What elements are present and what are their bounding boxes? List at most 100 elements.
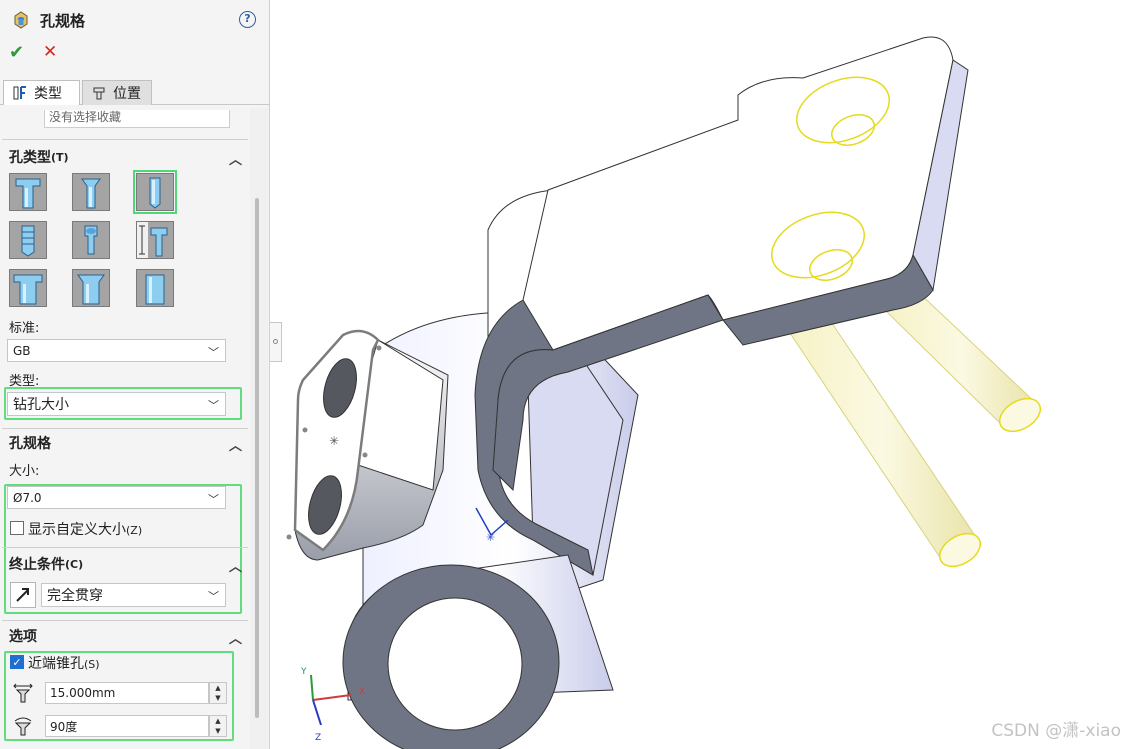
end-condition-header: 终止条件 [9,557,65,573]
countersink-diameter-icon [13,683,33,703]
countersink-angle-spinner[interactable]: ▲ ▼ [209,715,227,737]
near-side-countersink-label: 近端锥孔(S) [28,653,100,673]
hole-wizard-icon [14,11,28,29]
near-side-countersink-text: 近端锥孔 [28,656,84,672]
end-condition-select[interactable]: 完全贯穿 ﹀ [41,583,226,607]
sketch-point[interactable] [286,534,292,540]
sketch-point[interactable] [302,427,308,433]
hole-type-counterbore-slot[interactable] [9,269,47,307]
collapse-icon[interactable]: ︿ [229,149,242,168]
hole-type-counterbore[interactable] [9,173,47,211]
standard-label: 标准: [9,321,40,336]
countersink-diameter-value: 15.000mm [50,686,116,700]
chevron-down-icon: ﹀ [208,346,219,359]
countersink-angle-input[interactable]: 90度 [45,715,209,737]
hole-type-legacy[interactable] [136,221,174,259]
spin-up-icon[interactable]: ▲ [210,716,226,726]
end-condition-value: 完全贯穿 [47,588,103,604]
triad-x-label: X [359,687,365,697]
triad-z-label: Z [315,733,321,743]
triad-y-label: Y [300,667,307,677]
near-side-countersink-checkbox[interactable]: ✓ [10,655,24,669]
position-tab-icon [93,87,105,100]
custom-size-key: (Z) [126,524,143,537]
hole-type-countersink-slot[interactable] [72,269,110,307]
size-select[interactable]: Ø7.0 ﹀ [7,486,226,509]
panel-splitter-handle[interactable] [270,322,282,362]
countersink-diameter-input[interactable]: 15.000mm [45,682,209,704]
simple-hole-icon [137,174,173,210]
hole-type-header: 孔类型 [9,150,51,166]
counterbore-icon [10,174,46,210]
countersink-diameter-spinner[interactable]: ▲ ▼ [209,682,227,704]
solidworks-window: { "panel": { "title": "孔规格", "help": "?"… [0,0,1127,749]
watermark: CSDN @潇-xiao [991,721,1121,741]
spin-down-icon[interactable]: ▼ [210,693,226,703]
reverse-direction-icon [16,588,29,602]
chevron-down-icon: ﹀ [208,399,219,412]
hole-type-section-header[interactable]: 孔类型 (T) ︿ [0,146,250,168]
divider [2,139,248,140]
hole-spec-section-header[interactable]: 孔规格 ︿ [0,432,250,454]
type-select[interactable]: 钻孔大小 ﹀ [7,392,226,416]
ok-button[interactable]: ✔ [9,42,24,63]
countersink-slot-icon [73,270,109,306]
legacy-hole-icon [137,222,173,258]
countersink-icon [73,174,109,210]
hole-type-countersink[interactable] [72,173,110,211]
standard-select[interactable]: GB ﹀ [7,339,226,362]
splitter-grip-icon [273,339,278,344]
help-button[interactable]: ? [239,11,256,28]
divider [2,620,248,621]
tab-position[interactable]: 位置 [82,80,152,105]
size-label: 大小: [9,464,40,479]
panel-scrollbar[interactable] [250,108,268,749]
sketch-point[interactable] [362,452,368,458]
hole-type-key: (T) [51,150,69,164]
collapse-icon[interactable]: ︿ [229,435,242,454]
spin-down-icon[interactable]: ▼ [210,726,226,736]
end-condition-key: (C) [65,557,84,571]
counterbore-slot-icon [10,270,46,306]
hole-type-straight-tap[interactable] [9,221,47,259]
countersink-angle-icon [14,717,32,736]
end-condition-section-header[interactable]: 终止条件 (C) ︿ [0,553,250,575]
part-model[interactable]: ✳ ✳ Y X Z [283,0,1127,749]
hole-type-slot[interactable] [136,269,174,307]
chevron-down-icon: ﹀ [208,590,219,603]
property-manager-panel: 孔规格 ? ✔ ✕ 类型 位置 没有选择收藏 孔类型 (T) ︿ 标准: GB … [0,0,270,749]
scrollbar-thumb[interactable] [255,198,259,718]
reverse-direction-button[interactable] [10,582,36,608]
divider [2,428,248,429]
sketch-point[interactable] [376,345,382,351]
standard-value: GB [13,343,31,358]
collapse-icon[interactable]: ︿ [229,556,242,575]
near-side-countersink-key: (S) [84,658,100,671]
custom-size-text: 显示自定义大小 [28,522,126,538]
type-value: 钻孔大小 [13,397,69,413]
favorite-field[interactable]: 没有选择收藏 [44,110,230,128]
local-origin-mark: ✳ [486,531,495,544]
graphics-area[interactable]: ✳ ✳ Y X Z CSDN @潇-xiao [283,0,1127,749]
cancel-button[interactable]: ✕ [43,42,57,62]
hole-type-hole[interactable] [133,170,177,214]
countersink-angle-value: 90度 [50,719,78,734]
collapse-icon[interactable]: ︿ [229,628,242,647]
size-value: Ø7.0 [13,490,42,505]
hole-type-tapered-tap[interactable] [72,221,110,259]
custom-size-label: 显示自定义大小(Z) [28,519,142,539]
hole-type-tab-icon [13,86,26,100]
options-header: 选项 [9,629,37,645]
options-section-header[interactable]: 选项 ︿ [0,625,250,647]
spin-up-icon[interactable]: ▲ [210,683,226,693]
panel-header: 孔规格 [10,8,85,32]
panel-title: 孔规格 [40,11,86,30]
divider [2,547,248,548]
straight-tap-icon [10,222,46,258]
panel-tabs: 类型 位置 [0,78,269,105]
slot-icon [137,270,173,306]
custom-size-checkbox[interactable] [10,521,24,535]
tab-type-label: 类型 [34,86,62,102]
tab-type[interactable]: 类型 [3,80,80,105]
chevron-down-icon: ﹀ [208,493,219,506]
